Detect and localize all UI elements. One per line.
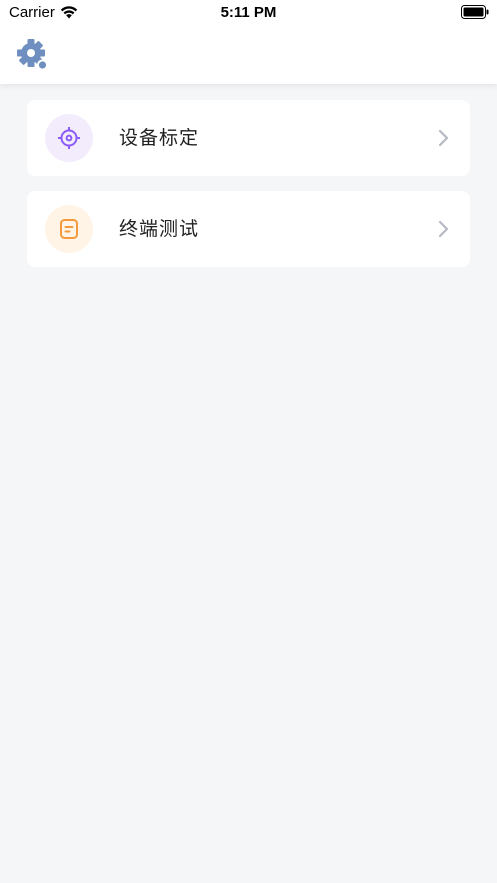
target-icon: [58, 127, 80, 149]
clock: 5:11 PM: [220, 4, 277, 21]
status-bar: Carrier 5:11 PM: [0, 0, 497, 26]
menu-item-icon-badge: [45, 205, 93, 253]
menu-item-label: 设备标定: [119, 127, 200, 149]
chevron-right-icon: [438, 220, 449, 238]
menu-item-icon-badge: [45, 114, 93, 162]
menu-item-label: 终端测试: [119, 218, 200, 240]
chevron-right-icon: [438, 129, 449, 147]
menu-item-terminal-test[interactable]: 终端测试: [27, 191, 470, 267]
app-header: Carrier 5:11 PM: [0, 0, 497, 84]
battery-icon: [461, 5, 489, 19]
settings-button[interactable]: [14, 36, 50, 72]
document-icon: [60, 219, 78, 239]
menu-item-device-calibration[interactable]: 设备标定: [27, 100, 470, 176]
gear-icon: [17, 39, 48, 71]
